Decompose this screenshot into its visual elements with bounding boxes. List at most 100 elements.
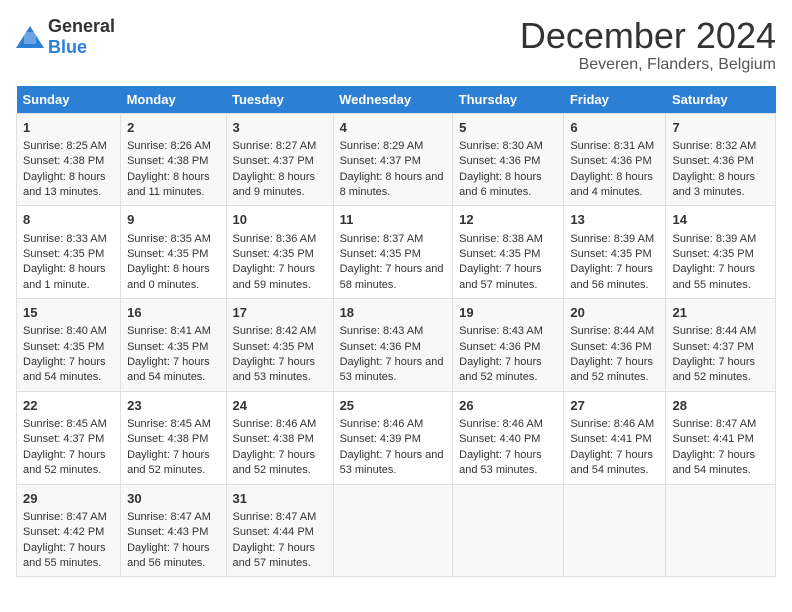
week-row-3: 15Sunrise: 8:40 AMSunset: 4:35 PMDayligh… bbox=[17, 299, 776, 392]
sunrise: Sunrise: 8:45 AM bbox=[23, 418, 107, 430]
day-number: 17 bbox=[233, 304, 327, 322]
day-number: 20 bbox=[570, 304, 659, 322]
sunset: Sunset: 4:42 PM bbox=[23, 526, 104, 538]
day-number: 30 bbox=[127, 490, 219, 508]
sunrise: Sunrise: 8:43 AM bbox=[340, 325, 424, 337]
day-number: 9 bbox=[127, 211, 219, 229]
sunset: Sunset: 4:43 PM bbox=[127, 526, 208, 538]
sunrise: Sunrise: 8:45 AM bbox=[127, 418, 211, 430]
day-number: 7 bbox=[672, 119, 769, 137]
logo: General Blue bbox=[16, 16, 115, 58]
day-number: 22 bbox=[23, 397, 114, 415]
sunset: Sunset: 4:35 PM bbox=[672, 248, 753, 260]
daylight: Daylight: 7 hours and 58 minutes. bbox=[340, 263, 444, 290]
day-number: 4 bbox=[340, 119, 447, 137]
sunrise: Sunrise: 8:31 AM bbox=[570, 140, 654, 152]
sunset: Sunset: 4:40 PM bbox=[459, 433, 540, 445]
daylight: Daylight: 8 hours and 9 minutes. bbox=[233, 171, 316, 198]
sunset: Sunset: 4:36 PM bbox=[570, 341, 651, 353]
sunset: Sunset: 4:38 PM bbox=[127, 433, 208, 445]
header-cell-sunday: Sunday bbox=[17, 86, 121, 114]
daylight: Daylight: 7 hours and 54 minutes. bbox=[672, 449, 755, 476]
sunrise: Sunrise: 8:41 AM bbox=[127, 325, 211, 337]
sunset: Sunset: 4:38 PM bbox=[233, 433, 314, 445]
header-cell-thursday: Thursday bbox=[453, 86, 564, 114]
day-cell: 31Sunrise: 8:47 AMSunset: 4:44 PMDayligh… bbox=[226, 484, 333, 577]
sunset: Sunset: 4:36 PM bbox=[672, 155, 753, 167]
sunset: Sunset: 4:41 PM bbox=[570, 433, 651, 445]
day-cell: 5Sunrise: 8:30 AMSunset: 4:36 PMDaylight… bbox=[453, 113, 564, 206]
day-cell: 21Sunrise: 8:44 AMSunset: 4:37 PMDayligh… bbox=[666, 299, 776, 392]
day-cell: 17Sunrise: 8:42 AMSunset: 4:35 PMDayligh… bbox=[226, 299, 333, 392]
daylight: Daylight: 7 hours and 56 minutes. bbox=[570, 263, 653, 290]
daylight: Daylight: 7 hours and 53 minutes. bbox=[233, 356, 316, 383]
week-row-4: 22 Sunrise: 8:45 AM Sunset: 4:37 PM Dayligh… bbox=[17, 391, 776, 484]
day-number: 12 bbox=[459, 211, 557, 229]
daylight: Daylight: 7 hours and 52 minutes. bbox=[672, 356, 755, 383]
day-cell: 29 Sunrise: 8:47 AM Sunset: 4:42 PM Dayligh… bbox=[17, 484, 121, 577]
logo-blue: Blue bbox=[48, 37, 87, 57]
daylight: Daylight: 7 hours and 55 minutes. bbox=[672, 263, 755, 290]
day-number: 29 bbox=[23, 490, 114, 508]
logo-general: General bbox=[48, 16, 115, 36]
daylight: Daylight: 7 hours and 53 minutes. bbox=[459, 449, 542, 476]
daylight: Daylight: 7 hours and 53 minutes. bbox=[340, 449, 444, 476]
sunset: Sunset: 4:37 PM bbox=[23, 433, 104, 445]
daylight: Daylight: 7 hours and 53 minutes. bbox=[340, 356, 444, 383]
sunset: Sunset: 4:35 PM bbox=[23, 341, 104, 353]
daylight: Daylight: 7 hours and 57 minutes. bbox=[233, 542, 316, 569]
sunrise: Sunrise: 8:47 AM bbox=[127, 511, 211, 523]
day-cell bbox=[666, 484, 776, 577]
day-cell: 20Sunrise: 8:44 AMSunset: 4:36 PMDayligh… bbox=[564, 299, 666, 392]
sunrise: Sunrise: 8:29 AM bbox=[340, 140, 424, 152]
day-cell: 1Sunrise: 8:25 AMSunset: 4:38 PMDaylight… bbox=[17, 113, 121, 206]
daylight: Daylight: 7 hours and 52 minutes. bbox=[23, 449, 106, 476]
day-number: 23 bbox=[127, 397, 219, 415]
day-cell: 28Sunrise: 8:47 AMSunset: 4:41 PMDayligh… bbox=[666, 391, 776, 484]
day-cell: 22 Sunrise: 8:45 AM Sunset: 4:37 PM Dayligh… bbox=[17, 391, 121, 484]
sunrise: Sunrise: 8:46 AM bbox=[340, 418, 424, 430]
sunrise: Sunrise: 8:47 AM bbox=[233, 511, 317, 523]
day-cell: 25Sunrise: 8:46 AMSunset: 4:39 PMDayligh… bbox=[333, 391, 453, 484]
day-cell: 19Sunrise: 8:43 AMSunset: 4:36 PMDayligh… bbox=[453, 299, 564, 392]
day-cell: 15Sunrise: 8:40 AMSunset: 4:35 PMDayligh… bbox=[17, 299, 121, 392]
sunrise: Sunrise: 8:30 AM bbox=[459, 140, 543, 152]
day-cell: 24Sunrise: 8:46 AMSunset: 4:38 PMDayligh… bbox=[226, 391, 333, 484]
week-row-5: 29 Sunrise: 8:47 AM Sunset: 4:42 PM Dayligh… bbox=[17, 484, 776, 577]
daylight: Daylight: 8 hours and 1 minute. bbox=[23, 263, 106, 290]
sunset: Sunset: 4:35 PM bbox=[127, 248, 208, 260]
day-cell: 13Sunrise: 8:39 AMSunset: 4:35 PMDayligh… bbox=[564, 206, 666, 299]
daylight: Daylight: 8 hours and 6 minutes. bbox=[459, 171, 542, 198]
sunrise: Sunrise: 8:47 AM bbox=[672, 418, 756, 430]
sunrise: Sunrise: 8:43 AM bbox=[459, 325, 543, 337]
daylight: Daylight: 7 hours and 52 minutes. bbox=[459, 356, 542, 383]
sunrise: Sunrise: 8:38 AM bbox=[459, 233, 543, 245]
day-number: 2 bbox=[127, 119, 219, 137]
day-cell: 14Sunrise: 8:39 AMSunset: 4:35 PMDayligh… bbox=[666, 206, 776, 299]
day-number: 14 bbox=[672, 211, 769, 229]
daylight: Daylight: 8 hours and 4 minutes. bbox=[570, 171, 653, 198]
daylight: Daylight: 8 hours and 11 minutes. bbox=[127, 171, 210, 198]
sunset: Sunset: 4:38 PM bbox=[127, 155, 208, 167]
sunset: Sunset: 4:37 PM bbox=[672, 341, 753, 353]
header-row: SundayMondayTuesdayWednesdayThursdayFrid… bbox=[17, 86, 776, 114]
daylight: Daylight: 7 hours and 55 minutes. bbox=[23, 542, 106, 569]
sunrise: Sunrise: 8:36 AM bbox=[233, 233, 317, 245]
daylight: Daylight: 7 hours and 59 minutes. bbox=[233, 263, 316, 290]
day-cell: 2Sunrise: 8:26 AMSunset: 4:38 PMDaylight… bbox=[121, 113, 226, 206]
sunset: Sunset: 4:36 PM bbox=[570, 155, 651, 167]
daylight: Daylight: 7 hours and 57 minutes. bbox=[459, 263, 542, 290]
sunset: Sunset: 4:35 PM bbox=[459, 248, 540, 260]
day-cell: 11Sunrise: 8:37 AMSunset: 4:35 PMDayligh… bbox=[333, 206, 453, 299]
sunset: Sunset: 4:35 PM bbox=[233, 248, 314, 260]
header-cell-saturday: Saturday bbox=[666, 86, 776, 114]
day-number: 6 bbox=[570, 119, 659, 137]
day-cell: 10Sunrise: 8:36 AMSunset: 4:35 PMDayligh… bbox=[226, 206, 333, 299]
header-cell-friday: Friday bbox=[564, 86, 666, 114]
day-cell bbox=[333, 484, 453, 577]
day-cell: 7Sunrise: 8:32 AMSunset: 4:36 PMDaylight… bbox=[666, 113, 776, 206]
day-number: 25 bbox=[340, 397, 447, 415]
daylight: Daylight: 7 hours and 54 minutes. bbox=[23, 356, 106, 383]
sunrise: Sunrise: 8:47 AM bbox=[23, 511, 107, 523]
week-row-1: 1Sunrise: 8:25 AMSunset: 4:38 PMDaylight… bbox=[17, 113, 776, 206]
